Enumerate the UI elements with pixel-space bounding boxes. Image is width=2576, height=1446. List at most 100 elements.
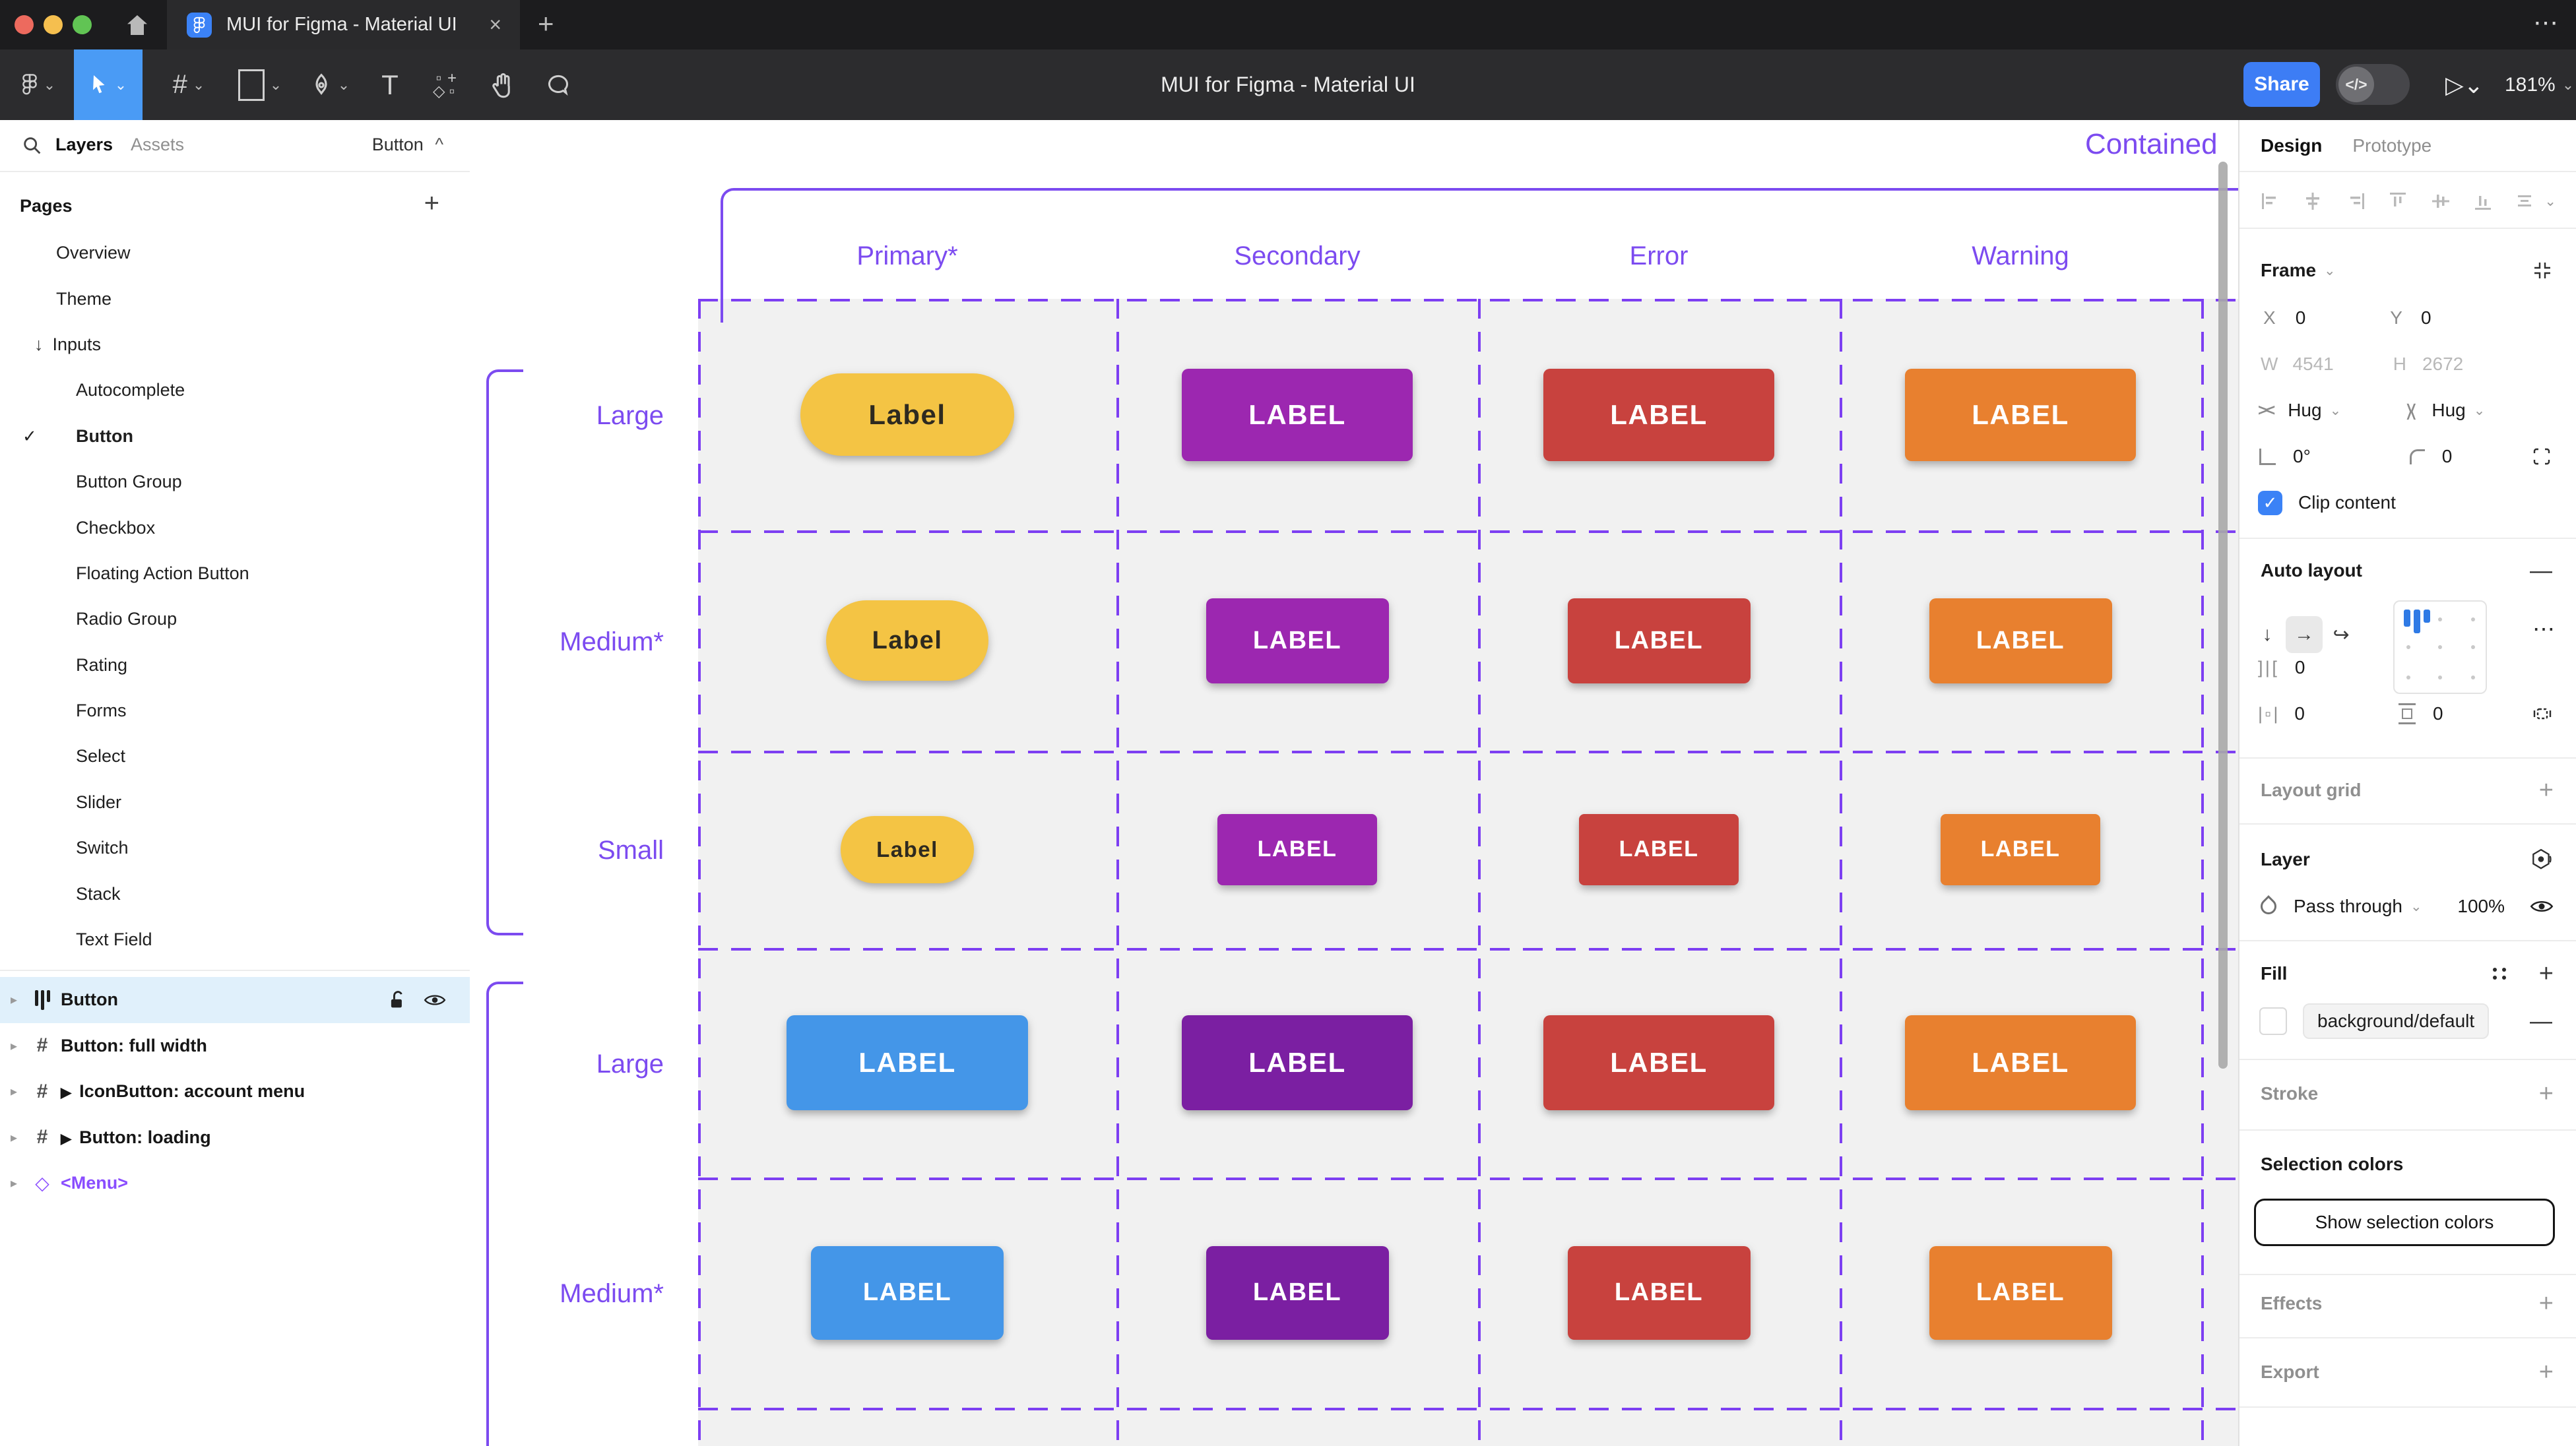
- window-minimize-light[interactable]: [44, 15, 63, 34]
- add-fill-button[interactable]: +: [2539, 960, 2554, 988]
- remove-auto-layout-button[interactable]: —: [2530, 558, 2552, 584]
- page-item-forms[interactable]: Forms: [0, 688, 470, 734]
- button-warning-large[interactable]: LABEL: [1905, 369, 2136, 461]
- browser-tab[interactable]: MUI for Figma - Material UI ×: [167, 0, 520, 49]
- component-selector[interactable]: Button ^: [372, 135, 443, 155]
- add-page-button[interactable]: +: [424, 189, 439, 218]
- button-warning-medium[interactable]: LABEL: [1929, 598, 2112, 683]
- add-stroke-button[interactable]: +: [2539, 1080, 2554, 1108]
- page-item-radio-group[interactable]: Radio Group: [0, 596, 470, 642]
- opacity-value[interactable]: 100%: [2457, 896, 2505, 917]
- page-item-slider[interactable]: Slider: [0, 780, 470, 825]
- add-effect-button[interactable]: +: [2539, 1290, 2554, 1318]
- layer-row-button[interactable]: ▸ Button: [0, 977, 470, 1023]
- frame-tool-button[interactable]: # ⌄: [157, 49, 220, 120]
- canvas-scrollbar[interactable]: [2218, 162, 2228, 1069]
- unlock-icon[interactable]: [388, 990, 406, 1011]
- browser-more-icon[interactable]: ⋯: [2533, 8, 2560, 38]
- rotation-value[interactable]: 0°: [2293, 446, 2311, 467]
- align-top-icon[interactable]: [2387, 190, 2409, 212]
- button-error-medium-2[interactable]: LABEL: [1568, 1246, 1751, 1340]
- align-right-icon[interactable]: [2344, 190, 2367, 212]
- y-value[interactable]: 0: [2421, 307, 2431, 329]
- clip-content-checkbox[interactable]: ✓: [2258, 491, 2282, 515]
- button-error-large[interactable]: LABEL: [1543, 369, 1774, 461]
- new-tab-button[interactable]: +: [538, 8, 554, 40]
- gap-value[interactable]: 0: [2295, 657, 2305, 678]
- height-value[interactable]: 2672: [2422, 354, 2463, 375]
- layer-row-menu-component[interactable]: ▸ ◇ <Menu>: [0, 1160, 470, 1207]
- frame-section-title[interactable]: Frame: [2261, 260, 2316, 281]
- layer-row-button-full-width[interactable]: ▸ # Button: full width: [0, 1023, 470, 1069]
- button-warning-small[interactable]: LABEL: [1941, 814, 2100, 885]
- align-vertical-center-icon[interactable]: [2430, 190, 2452, 212]
- button-secondary-small[interactable]: LABEL: [1217, 814, 1377, 885]
- add-export-button[interactable]: +: [2539, 1358, 2554, 1387]
- fill-color-swatch[interactable]: [2259, 1007, 2287, 1035]
- page-item-stack[interactable]: Stack: [0, 871, 470, 916]
- frame-title[interactable]: Contained: [2085, 128, 2218, 161]
- auto-layout-wrap-button[interactable]: ↩: [2323, 616, 2360, 653]
- home-icon[interactable]: [124, 12, 150, 38]
- page-item-overview[interactable]: Overview: [0, 230, 470, 276]
- hand-tool-button[interactable]: [476, 49, 529, 120]
- button-secondary-large[interactable]: LABEL: [1182, 369, 1413, 461]
- dev-mode-toggle[interactable]: </>: [2336, 64, 2410, 105]
- collapse-triangle-icon[interactable]: ▸: [11, 991, 17, 1008]
- page-item-checkbox[interactable]: Checkbox: [0, 505, 470, 550]
- independent-padding-icon[interactable]: [2532, 704, 2552, 724]
- collapse-triangle-icon[interactable]: ▸: [11, 1129, 17, 1146]
- collapse-triangle-icon[interactable]: ▸: [11, 1175, 17, 1191]
- button-primary-large[interactable]: Label: [800, 373, 1014, 456]
- remove-fill-button[interactable]: —: [2530, 1009, 2552, 1034]
- collapse-triangle-icon[interactable]: ▸: [11, 1038, 17, 1054]
- corner-radius-value[interactable]: 0: [2442, 446, 2453, 467]
- fill-style-chip[interactable]: background/default: [2303, 1003, 2489, 1039]
- button-error-medium[interactable]: LABEL: [1568, 598, 1751, 683]
- tab-close-icon[interactable]: ×: [489, 13, 501, 37]
- blend-mode-value[interactable]: Pass through: [2294, 896, 2402, 917]
- auto-layout-horizontal-button[interactable]: →: [2286, 616, 2323, 653]
- horizontal-padding-value[interactable]: 0: [2294, 703, 2305, 724]
- collapse-triangle-icon[interactable]: ▸: [11, 1083, 17, 1100]
- text-tool-button[interactable]: T: [367, 49, 413, 120]
- shape-tool-button[interactable]: ⌄: [228, 49, 292, 120]
- pen-tool-button[interactable]: ⌄: [298, 49, 362, 120]
- vertical-padding-value[interactable]: 0: [2433, 703, 2443, 724]
- x-value[interactable]: 0: [2296, 307, 2306, 329]
- page-item-select[interactable]: Select: [0, 734, 470, 779]
- button-primary-large-2[interactable]: LABEL: [787, 1015, 1028, 1110]
- distribute-menu[interactable]: ⌄: [2514, 190, 2556, 212]
- fill-styles-icon[interactable]: [2493, 968, 2507, 980]
- button-error-small[interactable]: LABEL: [1579, 814, 1739, 885]
- actions-tool-button[interactable]: ▫+◇▫: [420, 49, 472, 120]
- width-value[interactable]: 4541: [2292, 354, 2333, 375]
- page-item-inputs[interactable]: ↓ Inputs: [0, 322, 470, 367]
- tab-layers[interactable]: Layers: [55, 135, 113, 155]
- align-bottom-icon[interactable]: [2472, 190, 2494, 212]
- button-primary-medium[interactable]: Label: [826, 600, 988, 681]
- page-item-button-group[interactable]: Button Group: [0, 459, 470, 505]
- add-layout-grid-button[interactable]: +: [2539, 776, 2554, 805]
- page-item-rating[interactable]: Rating: [0, 643, 470, 688]
- hug-horizontal-value[interactable]: Hug: [2288, 400, 2321, 421]
- align-left-icon[interactable]: [2259, 190, 2282, 212]
- window-close-light[interactable]: [15, 15, 34, 34]
- canvas-viewport[interactable]: Contained Primary* Secondary Error Warni…: [470, 120, 2239, 1446]
- button-error-large-2[interactable]: LABEL: [1543, 1015, 1774, 1110]
- layer-row-iconbutton-account-menu[interactable]: ▸ # ▶IconButton: account menu: [0, 1069, 470, 1115]
- search-icon[interactable]: [21, 135, 44, 157]
- zoom-level-menu[interactable]: 181% ⌄: [2505, 49, 2574, 120]
- button-secondary-medium-2[interactable]: LABEL: [1206, 1246, 1389, 1340]
- tab-design[interactable]: Design: [2261, 135, 2322, 156]
- page-item-text-field[interactable]: Text Field: [0, 917, 470, 962]
- blend-settings-icon[interactable]: [2530, 848, 2554, 871]
- button-warning-medium-2[interactable]: LABEL: [1929, 1246, 2112, 1340]
- present-button[interactable]: ▷ ⌄: [2445, 49, 2484, 120]
- tab-assets[interactable]: Assets: [131, 135, 184, 155]
- collapse-corners-icon[interactable]: [2531, 259, 2554, 282]
- auto-layout-more-icon[interactable]: ⋯: [2532, 616, 2556, 643]
- page-item-switch[interactable]: Switch: [0, 825, 470, 871]
- share-button[interactable]: Share: [2243, 62, 2320, 107]
- move-tool-button[interactable]: ⌄: [74, 49, 143, 120]
